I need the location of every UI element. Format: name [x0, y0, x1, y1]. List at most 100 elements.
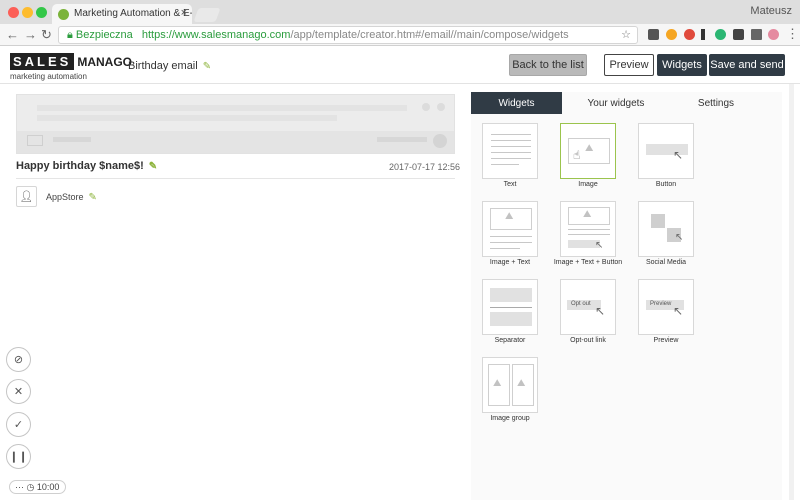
close-icon[interactable]: ✕ — [6, 379, 31, 404]
widget-image-text-button[interactable]: ⛰︎ ↖︎ — [560, 201, 616, 257]
pointer-cursor-icon: ↖︎ — [673, 148, 684, 162]
camera-off-icon[interactable]: ⊘ — [6, 347, 31, 372]
opt-out-text: Opt out — [571, 301, 591, 307]
browser-tab[interactable]: Marketing Automation & E-Mai × — [52, 4, 192, 24]
url-path: /app/template/creator.htm#/email//main/c… — [290, 29, 569, 41]
clock-icon: ◷ — [26, 482, 35, 492]
maximize-window-button[interactable] — [36, 7, 47, 18]
edit-sender-pencil-icon[interactable]: ✎ — [89, 192, 97, 203]
text-line-icon — [491, 146, 531, 147]
widget-label-image: Image — [578, 181, 598, 188]
widget-image-text[interactable]: ⛰︎ — [482, 201, 538, 257]
email-subject-text: Happy birthday $name$! — [16, 160, 144, 172]
text-line-icon — [490, 236, 532, 237]
reload-icon[interactable]: ↻ — [41, 27, 52, 43]
widget-label-separator: Separator — [494, 337, 526, 344]
back-to-list-button[interactable]: Back to the list — [509, 54, 587, 76]
scrollbar[interactable] — [789, 84, 794, 500]
separator-line-icon — [490, 307, 532, 308]
tab-widgets[interactable]: Widgets — [471, 92, 562, 114]
widget-label-button: Button — [655, 181, 677, 188]
mountain-icon: ⛰︎ — [493, 378, 502, 389]
divider — [16, 178, 455, 179]
pointer-cursor-icon: ↖︎ — [673, 304, 684, 318]
email-sender-text: AppStore — [46, 192, 84, 202]
new-tab-button[interactable] — [193, 8, 221, 22]
mountain-icon: ⛰︎ — [585, 143, 594, 154]
email-name-title[interactable]: Birthday email ✎ — [128, 60, 211, 72]
widget-social-media[interactable]: ↖︎ — [638, 201, 694, 257]
widget-button[interactable]: ↖︎ — [638, 123, 694, 179]
widget-label-opt-out-link: Opt-out link — [570, 337, 606, 344]
text-line-icon — [491, 152, 531, 153]
text-line-icon — [491, 164, 519, 165]
pointer-cursor-icon: ↖︎ — [595, 240, 604, 251]
forward-arrow-icon[interactable]: → — [24, 27, 37, 42]
widget-image[interactable]: ⛰︎ ☝︎ — [560, 123, 616, 179]
text-line-icon — [490, 248, 520, 249]
recording-timer[interactable]: ··· ◷ 10:00 — [9, 480, 67, 494]
text-line-icon — [491, 158, 531, 159]
minimize-window-button[interactable] — [22, 7, 33, 18]
lock-icon: 🔒︎ — [67, 29, 73, 41]
bookmark-star-icon[interactable]: ☆ — [621, 28, 631, 41]
preview-placeholder-label — [53, 137, 91, 142]
tab-close-icon[interactable]: × — [181, 7, 187, 19]
widget-text[interactable] — [482, 123, 538, 179]
text-line-icon — [568, 234, 610, 235]
timer-value: 10:00 — [36, 482, 60, 492]
address-bar-row: ← → ↻ 🔒︎ Bezpieczna https://www.salesman… — [0, 24, 800, 46]
widget-label-image-text: Image + Text — [489, 259, 531, 266]
tab-your-widgets[interactable]: Your widgets — [567, 92, 665, 114]
email-name-text: Birthday email — [128, 60, 198, 72]
salesmanago-logo[interactable]: SALES MANAGO marketing automation — [10, 53, 132, 81]
text-line-icon — [568, 229, 610, 230]
back-arrow-icon[interactable]: ← — [6, 27, 19, 42]
widget-label-preview: Preview — [653, 337, 679, 344]
browser-menu-icon[interactable]: ⋮ — [786, 26, 799, 42]
email-subject[interactable]: Happy birthday $name$! ✎ — [16, 160, 157, 172]
info-extension-icon[interactable] — [701, 29, 705, 40]
secure-label: Bezpieczna — [75, 29, 133, 41]
widget-image-group[interactable]: ⛰︎ ⛰︎ — [482, 357, 538, 413]
widget-label-image-group: Image group — [490, 415, 530, 422]
widget-preview[interactable]: Preview ↖︎ — [638, 279, 694, 335]
mountain-icon: ⛰︎ — [517, 378, 526, 389]
film-extension-icon[interactable] — [751, 29, 762, 40]
mountain-icon: ⛰︎ — [505, 211, 514, 222]
edit-subject-pencil-icon[interactable]: ✎ — [149, 161, 157, 172]
widget-separator[interactable] — [482, 279, 538, 335]
pause-icon[interactable]: ❙❙ — [6, 444, 31, 469]
dark-extension-icon[interactable] — [733, 29, 744, 40]
more-icon[interactable]: ··· — [15, 482, 24, 492]
widget-opt-out-link[interactable]: Opt out ↖︎ — [560, 279, 616, 335]
tab-title: Marketing Automation & E-Mai — [74, 8, 192, 19]
block-bottom-icon — [490, 312, 532, 326]
tab-settings[interactable]: Settings — [671, 92, 761, 114]
preview-placeholder-line — [37, 115, 337, 121]
check-icon[interactable]: ✓ — [6, 412, 31, 437]
browser-user-name[interactable]: Mateusz — [750, 5, 792, 17]
save-and-send-button[interactable]: Save and send — [709, 54, 785, 76]
sender-user-icon: 👤︎ — [16, 186, 37, 207]
preview-dot — [437, 103, 445, 111]
logo-subtitle: marketing automation — [10, 72, 87, 81]
close-window-button[interactable] — [8, 7, 19, 18]
favicon-icon — [58, 9, 69, 20]
edit-pencil-icon[interactable]: ✎ — [203, 61, 211, 72]
email-date: 2017-07-17 12:56 — [389, 162, 461, 172]
pinterest-extension-icon[interactable] — [684, 29, 695, 40]
preview-placeholder-line — [37, 105, 407, 111]
pointer-cursor-icon: ↖︎ — [675, 232, 684, 243]
pink-extension-icon[interactable] — [768, 29, 779, 40]
preview-button[interactable]: Preview — [604, 54, 654, 76]
url-input[interactable]: 🔒︎ Bezpieczna https://www.salesmanago.co… — [58, 26, 638, 44]
logo-sales: SALES — [10, 53, 75, 70]
widgets-button[interactable]: Widgets — [657, 54, 707, 76]
url-host: https://www.salesmanago.com — [141, 29, 291, 41]
orange-extension-icon[interactable] — [666, 29, 677, 40]
email-sender[interactable]: AppStore ✎ — [46, 192, 97, 203]
text-line-icon — [491, 134, 531, 135]
pocket-extension-icon[interactable] — [648, 29, 659, 40]
grammarly-extension-icon[interactable] — [715, 29, 726, 40]
